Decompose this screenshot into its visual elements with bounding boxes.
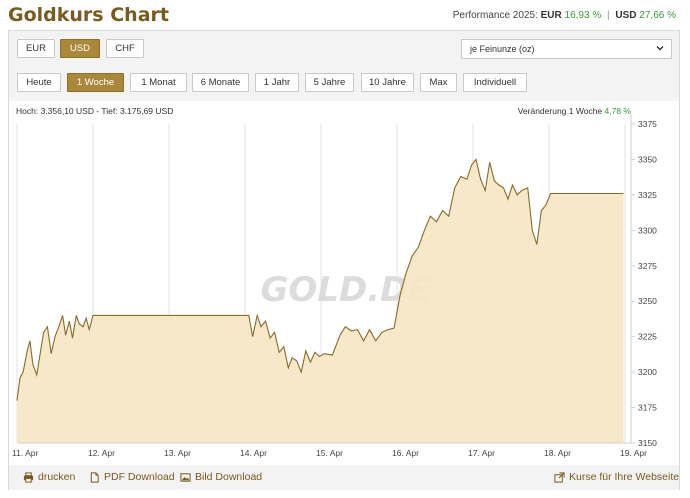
currency-eur-button[interactable]: EUR	[17, 39, 55, 58]
period-max-button[interactable]: Max	[420, 73, 457, 92]
print-link[interactable]: drucken	[23, 471, 75, 483]
print-label: drucken	[38, 471, 76, 483]
pdf-download-link[interactable]: PDF Download	[89, 471, 175, 483]
perf-usd-value: 27,66 %	[639, 10, 676, 21]
prices-widget-link[interactable]: Kurse für Ihre Webseite	[554, 471, 679, 483]
y-tick-label-3: 3225	[638, 332, 657, 342]
chart-area: Hoch: 3.356,10 USD - Tief: 3.175,69 USD …	[9, 101, 679, 465]
x-tick-label-3: 14. Apr	[240, 448, 267, 458]
x-tick-label-1: 12. Apr	[88, 448, 115, 458]
unit-select-value: je Feinunze (oz)	[470, 44, 535, 54]
chart-panel: EUR USD CHF je Feinunze (oz) Heute 1 Woc…	[8, 30, 680, 490]
x-tick-label-8: 19. Apr	[620, 448, 647, 458]
perf-usd-currency: USD	[615, 10, 637, 21]
image-download-label: Bild Download	[195, 471, 263, 483]
y-tick-label-0: 3150	[638, 438, 657, 448]
currency-chf-button[interactable]: CHF	[106, 39, 144, 58]
page-title: Goldkurs Chart	[8, 4, 169, 26]
image-download-link[interactable]: Bild Download	[180, 471, 262, 483]
performance-summary: Performance 2025: EUR 16,93 % | USD 27,6…	[453, 10, 676, 21]
currency-usd-button[interactable]: USD	[60, 39, 100, 58]
period-5-jahre-button[interactable]: 5 Jahre	[305, 73, 354, 92]
period-10-jahre-button[interactable]: 10 Jahre	[361, 73, 414, 92]
x-tick-label-2: 13. Apr	[164, 448, 191, 458]
chart-footer: drucken PDF Download Bild Download Kurse…	[9, 465, 679, 490]
pdf-file-icon	[90, 471, 99, 483]
period-6-monate-button[interactable]: 6 Monate	[192, 73, 249, 92]
pdf-download-label: PDF Download	[104, 471, 175, 483]
chevron-down-icon	[656, 46, 664, 51]
period-1-woche-button[interactable]: 1 Woche	[67, 73, 124, 92]
prices-widget-label: Kurse für Ihre Webseite	[569, 471, 680, 483]
y-tick-label-5: 3275	[638, 261, 657, 271]
y-tick-label-1: 3175	[638, 403, 657, 413]
perf-eur-value: 16,93 %	[564, 10, 602, 21]
x-tick-label-7: 18. Apr	[544, 448, 571, 458]
y-tick-label-9: 3375	[638, 119, 657, 129]
unit-select[interactable]: je Feinunze (oz)	[461, 39, 672, 59]
image-icon	[180, 472, 191, 482]
perf-separator: |	[607, 10, 610, 21]
period-heute-button[interactable]: Heute	[17, 73, 61, 92]
y-tick-label-6: 3300	[638, 225, 657, 235]
period-individuell-button[interactable]: Individuell	[463, 73, 527, 92]
y-tick-label-4: 3250	[638, 296, 657, 306]
gold-price-chart[interactable]: GOLD.DE315031753200322532503275330033253…	[9, 101, 679, 465]
y-tick-label-7: 3325	[638, 190, 657, 200]
x-tick-label-0: 11. Apr	[12, 448, 38, 458]
period-1-jahr-button[interactable]: 1 Jahr	[255, 73, 299, 92]
printer-icon	[23, 471, 34, 483]
performance-label: Performance 2025:	[452, 10, 538, 21]
perf-eur-currency: EUR	[540, 10, 562, 21]
x-tick-label-4: 15. Apr	[316, 448, 343, 458]
x-tick-label-5: 16. Apr	[392, 448, 419, 458]
y-tick-label-2: 3200	[638, 367, 657, 377]
x-tick-label-6: 17. Apr	[468, 448, 495, 458]
external-link-icon	[554, 471, 565, 483]
y-tick-label-8: 3350	[638, 154, 657, 164]
period-1-monat-button[interactable]: 1 Monat	[130, 73, 187, 92]
